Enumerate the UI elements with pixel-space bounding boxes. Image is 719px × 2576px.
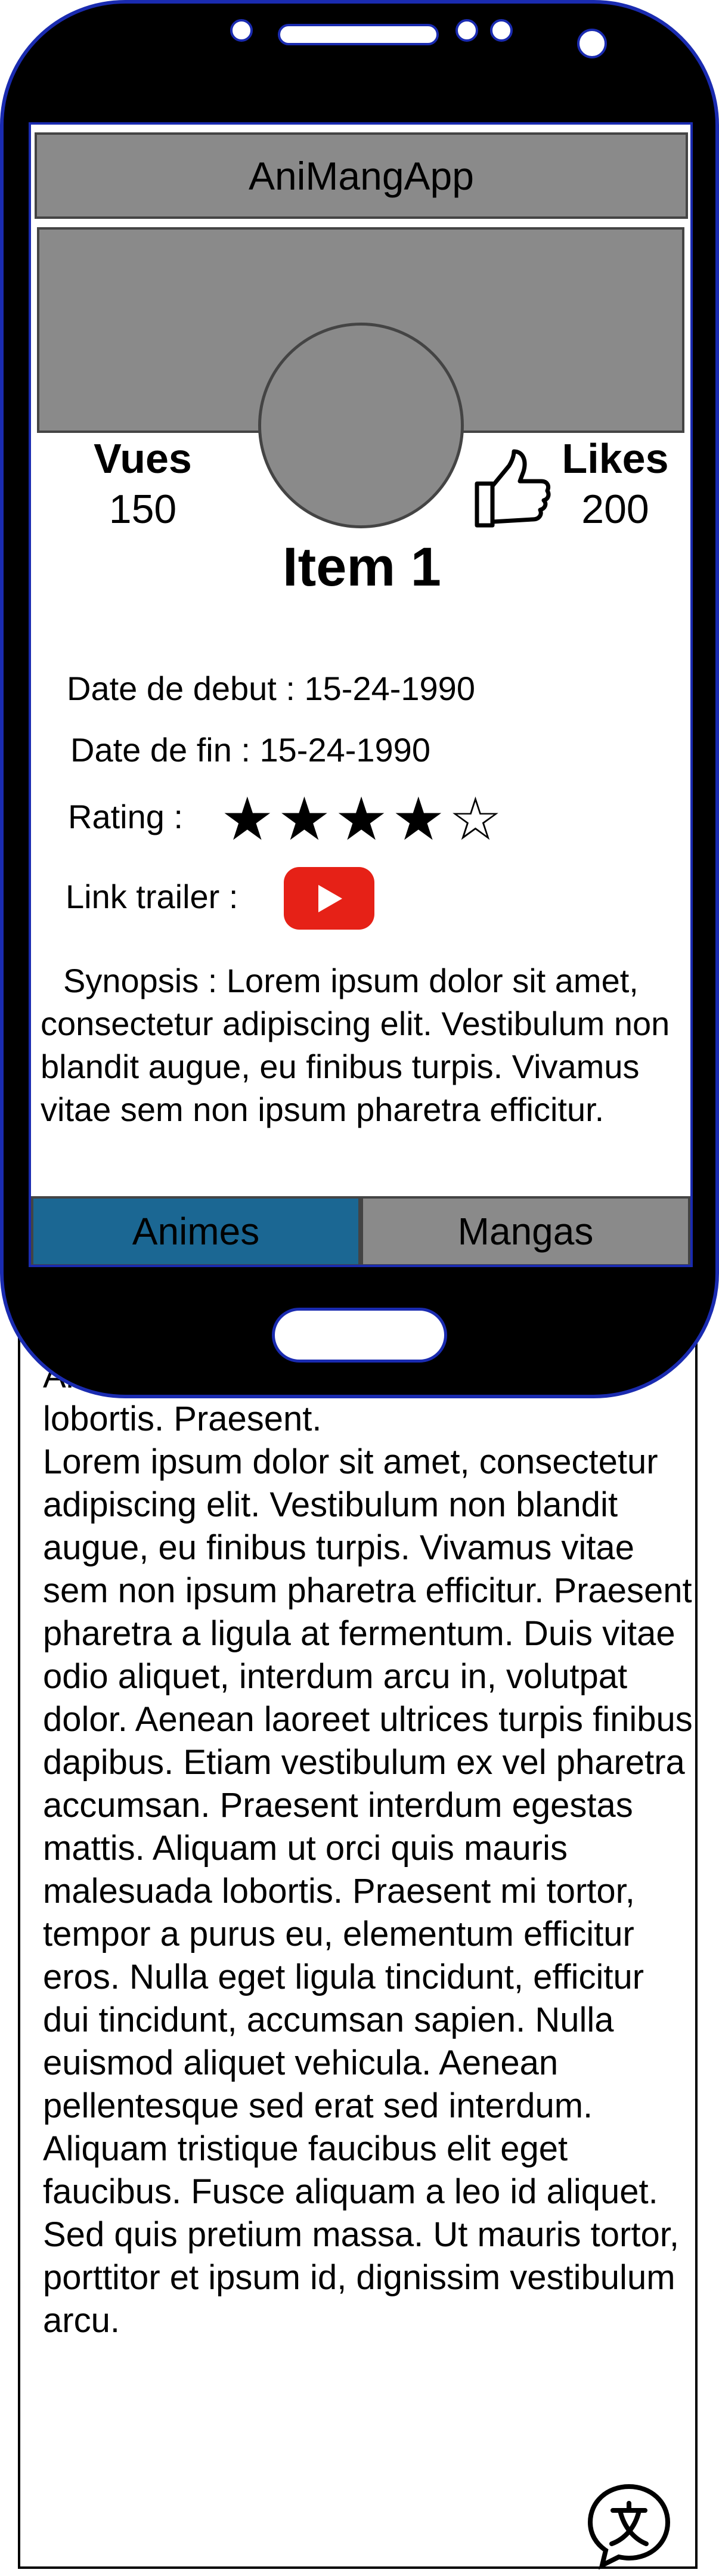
tab-mangas-label: Mangas: [457, 1210, 594, 1253]
end-date: Date de fin : 15-24-1990: [70, 731, 430, 769]
start-date: Date de debut : 15-24-1990: [67, 670, 475, 707]
likes-label: Likes: [562, 435, 669, 482]
translate-chat-icon[interactable]: [584, 2481, 674, 2570]
rating-stars[interactable]: ★★★★☆: [221, 787, 506, 852]
bottom-tab-bar: Animes Mangas: [31, 1196, 690, 1265]
trailer-label: Link trailer :: [66, 878, 238, 915]
phone-screen: AniMangApp Vues 150 Likes 200 Item 1 Dat…: [29, 122, 693, 1267]
thumbs-up-icon[interactable]: [472, 447, 553, 530]
youtube-play-icon[interactable]: [284, 867, 374, 930]
likes-count: 200: [581, 487, 649, 532]
item-title: Item 1: [283, 537, 441, 597]
views-count: 150: [109, 487, 177, 532]
front-camera: [577, 29, 607, 58]
rating-label: Rating :: [68, 798, 183, 835]
tab-animes-label: Animes: [132, 1210, 260, 1253]
tab-animes[interactable]: Animes: [31, 1196, 361, 1265]
sensor-dot-1: [455, 19, 478, 42]
speaker-grille: [278, 24, 439, 45]
views-label: Vues: [94, 435, 192, 482]
app-title: AniMangApp: [249, 153, 474, 198]
home-button[interactable]: [272, 1308, 447, 1363]
tab-mangas[interactable]: Mangas: [361, 1196, 690, 1265]
synopsis: Synopsis : Lorem ipsum dolor sit amet, c…: [41, 959, 688, 1132]
avatar: [258, 323, 464, 528]
synopsis-label: Synopsis :: [63, 962, 218, 999]
app-bar: AniMangApp: [35, 132, 688, 219]
synopsis-overflow-text: Aliquam ut orci quis mauris malesuada lo…: [43, 1357, 693, 2340]
camera-dot-left: [230, 19, 253, 42]
sensor-dot-2: [490, 19, 513, 42]
